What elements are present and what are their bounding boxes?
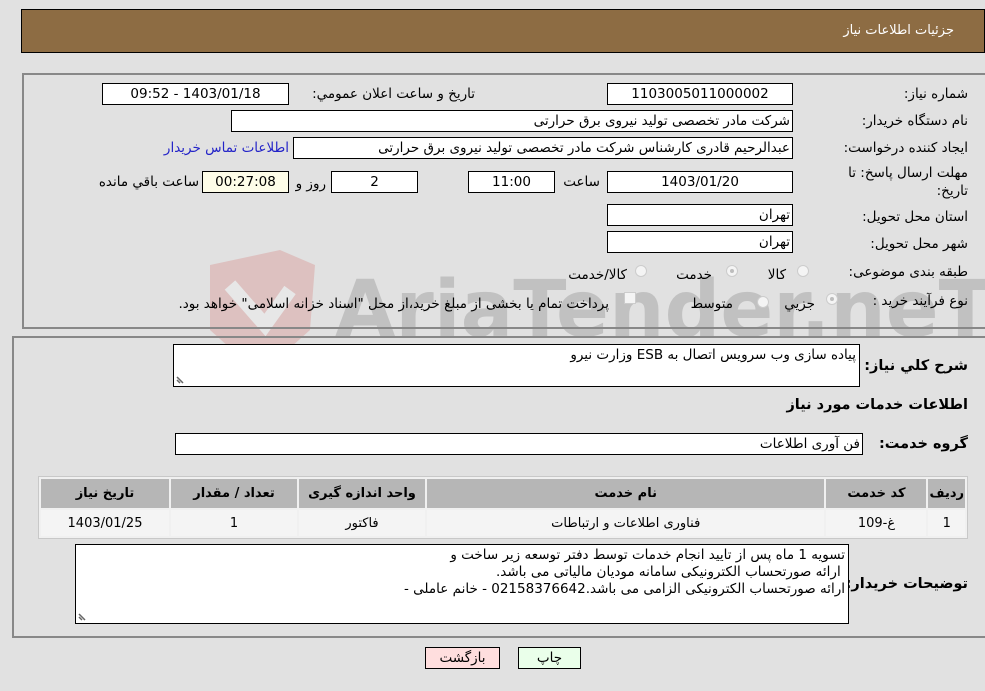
deadline-time-field: 11:00 <box>468 171 555 193</box>
process-minor-radio[interactable] <box>826 293 838 305</box>
resize-grip-icon[interactable] <box>176 374 186 384</box>
treasury-checkbox[interactable] <box>624 292 636 304</box>
category-label: طبقه بندی موضوعی: <box>848 264 968 280</box>
col-header-quantity: تعداد / مقدار <box>171 479 297 508</box>
buyer-notes-line: ارائه صورتحساب الکترونیکی الزامی می باشد… <box>404 581 845 597</box>
buyer-org-label: نام دستگاه خریدار: <box>861 113 968 129</box>
resize-grip-icon[interactable] <box>78 611 88 621</box>
province-label: استان محل تحویل: <box>862 209 968 225</box>
deadline-label: مهلت ارسال پاسخ: تا <box>848 165 968 181</box>
buyer-notes-field[interactable]: تسویه 1 ماه پس از تایید انجام خدمات توسط… <box>75 544 849 624</box>
time-remaining-label: ساعت باقي مانده <box>98 174 199 190</box>
col-header-row-number: ردیف <box>928 479 965 508</box>
creator-field: عبدالرحیم قادری کارشناس شرکت مادر تخصصی … <box>293 137 793 159</box>
process-medium-label: متوسط <box>690 296 733 312</box>
description-field[interactable]: پیاده سازی وب سرویس اتصال به ESB وزارت ن… <box>173 344 860 387</box>
category-goods-label: کالا <box>767 267 786 283</box>
service-group-label: گروه خدمت: <box>878 436 968 452</box>
buyer-org-field: شرکت مادر تخصصی تولید نیروی برق حرارتی <box>231 110 793 132</box>
buyer-notes-line: تسویه 1 ماه پس از تایید انجام خدمات توسط… <box>450 547 845 563</box>
category-service-radio[interactable] <box>726 265 738 277</box>
back-button[interactable]: بازگشت <box>425 647 500 669</box>
services-table: ردیف کد خدمت نام خدمت واحد اندازه گیری ت… <box>38 476 968 539</box>
province-field: تهران <box>607 204 793 226</box>
deadline-label-date: تاریخ: <box>936 183 968 199</box>
cell-service-code: غ-109 <box>826 510 927 536</box>
time-remaining-field: 00:27:08 <box>202 171 289 193</box>
announce-date-label: تاریخ و ساعت اعلان عمومي: <box>312 86 475 102</box>
col-header-service-code: کد خدمت <box>826 479 927 508</box>
days-remaining-field: 2 <box>331 171 418 193</box>
cell-quantity: 1 <box>171 510 297 536</box>
table-header-row: ردیف کد خدمت نام خدمت واحد اندازه گیری ت… <box>41 479 965 508</box>
category-goods-service-radio[interactable] <box>635 265 647 277</box>
need-number-label: شماره نیاز: <box>903 86 968 102</box>
col-header-service-name: نام خدمت <box>427 479 825 508</box>
description-label: شرح کلي نیاز: <box>864 358 968 374</box>
page-header: جزئیات اطلاعات نیاز <box>21 9 985 53</box>
buyer-notes-label: توضیحات خریدار: <box>845 576 968 592</box>
announce-date-field: 1403/01/18 - 09:52 <box>102 83 289 105</box>
print-button[interactable]: چاپ <box>518 647 581 669</box>
col-header-unit: واحد اندازه گیری <box>299 479 425 508</box>
category-goods-service-label: کالا/خدمت <box>568 267 627 283</box>
city-label: شهر محل تحویل: <box>870 236 968 252</box>
cell-unit: فاکتور <box>299 510 425 536</box>
need-number-field: 1103005011000002 <box>607 83 793 105</box>
cell-row-number: 1 <box>928 510 965 536</box>
city-field: تهران <box>607 231 793 253</box>
deadline-date-field: 1403/01/20 <box>607 171 793 193</box>
treasury-note: پرداخت تمام یا بخشی از مبلغ خرید،از محل … <box>178 296 609 312</box>
buyer-contact-link[interactable]: اطلاعات تماس خریدار <box>164 140 289 156</box>
services-section-title: اطلاعات خدمات مورد نیاز <box>786 397 968 413</box>
process-medium-radio[interactable] <box>757 296 769 308</box>
days-label: روز و <box>295 176 326 192</box>
service-group-field: فن آوری اطلاعات <box>175 433 863 455</box>
buyer-notes-line: ارائه صورتحساب الکترونیکی سامانه مودیان … <box>495 564 845 580</box>
category-service-label: خدمت <box>676 267 712 283</box>
process-type-label: نوع فرآیند خرید : <box>872 293 968 309</box>
process-minor-label: جزيي <box>784 296 815 312</box>
cell-service-name: فناوری اطلاعات و ارتباطات <box>427 510 825 536</box>
description-text: پیاده سازی وب سرویس اتصال به ESB وزارت ن… <box>570 347 856 363</box>
creator-label: ایجاد کننده درخواست: <box>843 140 968 156</box>
page-title: جزئیات اطلاعات نیاز <box>843 23 954 38</box>
deadline-time-label: ساعت <box>563 174 600 190</box>
table-row: 1 غ-109 فناوری اطلاعات و ارتباطات فاکتور… <box>41 510 965 536</box>
category-goods-radio[interactable] <box>797 265 809 277</box>
cell-need-date: 1403/01/25 <box>41 510 169 536</box>
col-header-need-date: تاریخ نیاز <box>41 479 169 508</box>
